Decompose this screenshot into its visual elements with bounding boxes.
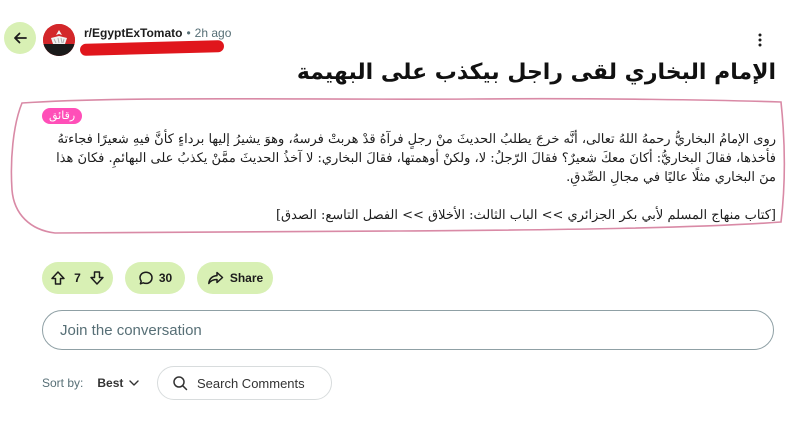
upvote-icon bbox=[51, 271, 65, 285]
post-source: [كتاب منهاج المسلم لأبي بكر الجزائري >> … bbox=[275, 208, 776, 223]
search-placeholder: Search Comments bbox=[197, 375, 305, 391]
upvote-button[interactable] bbox=[50, 270, 66, 286]
comment-count: 30 bbox=[158, 271, 173, 285]
subreddit-avatar-icon bbox=[43, 24, 75, 56]
search-comments-input[interactable]: Search Comments bbox=[157, 366, 332, 400]
sort-row: Sort by: Best bbox=[42, 366, 140, 400]
downvote-icon bbox=[90, 271, 104, 285]
comment-icon bbox=[139, 271, 153, 285]
share-button[interactable]: Share bbox=[197, 262, 273, 294]
post-meta: r/EgyptExTomato • 2h ago bbox=[84, 26, 231, 40]
redacted-username bbox=[79, 40, 225, 56]
join-conversation-input[interactable]: Join the conversation bbox=[42, 310, 774, 350]
vote-control: 7 bbox=[42, 262, 113, 294]
meta-separator: • bbox=[186, 26, 191, 40]
downvote-button[interactable] bbox=[89, 270, 105, 286]
chevron-down-icon bbox=[129, 380, 140, 386]
sort-value: Best bbox=[97, 376, 124, 390]
search-icon bbox=[173, 376, 188, 391]
subreddit-avatar[interactable] bbox=[43, 24, 75, 56]
sort-dropdown[interactable]: Best bbox=[97, 376, 140, 390]
comments-button[interactable]: 30 bbox=[125, 262, 185, 294]
share-label: Share bbox=[229, 271, 264, 285]
subreddit-link[interactable]: r/EgyptExTomato bbox=[84, 26, 182, 40]
post-time: 2h ago bbox=[194, 26, 232, 40]
post-actions: 7 30 Share bbox=[42, 262, 273, 294]
more-options-button[interactable] bbox=[748, 28, 772, 52]
back-arrow-icon bbox=[14, 32, 27, 44]
post-title[interactable]: الإمام البخاري لقى راجل بيكذب على البهيم… bbox=[297, 60, 776, 85]
vote-count: 7 bbox=[74, 271, 81, 285]
post-flair[interactable]: رقائق bbox=[42, 108, 83, 124]
post-body: روى الإمامُ البخاريُّ رحمهُ اللهُ تعالى،… bbox=[56, 132, 776, 185]
share-icon bbox=[207, 271, 224, 285]
more-options-icon bbox=[758, 33, 762, 47]
back-button[interactable] bbox=[4, 22, 36, 54]
sort-label: Sort by: bbox=[42, 376, 84, 390]
